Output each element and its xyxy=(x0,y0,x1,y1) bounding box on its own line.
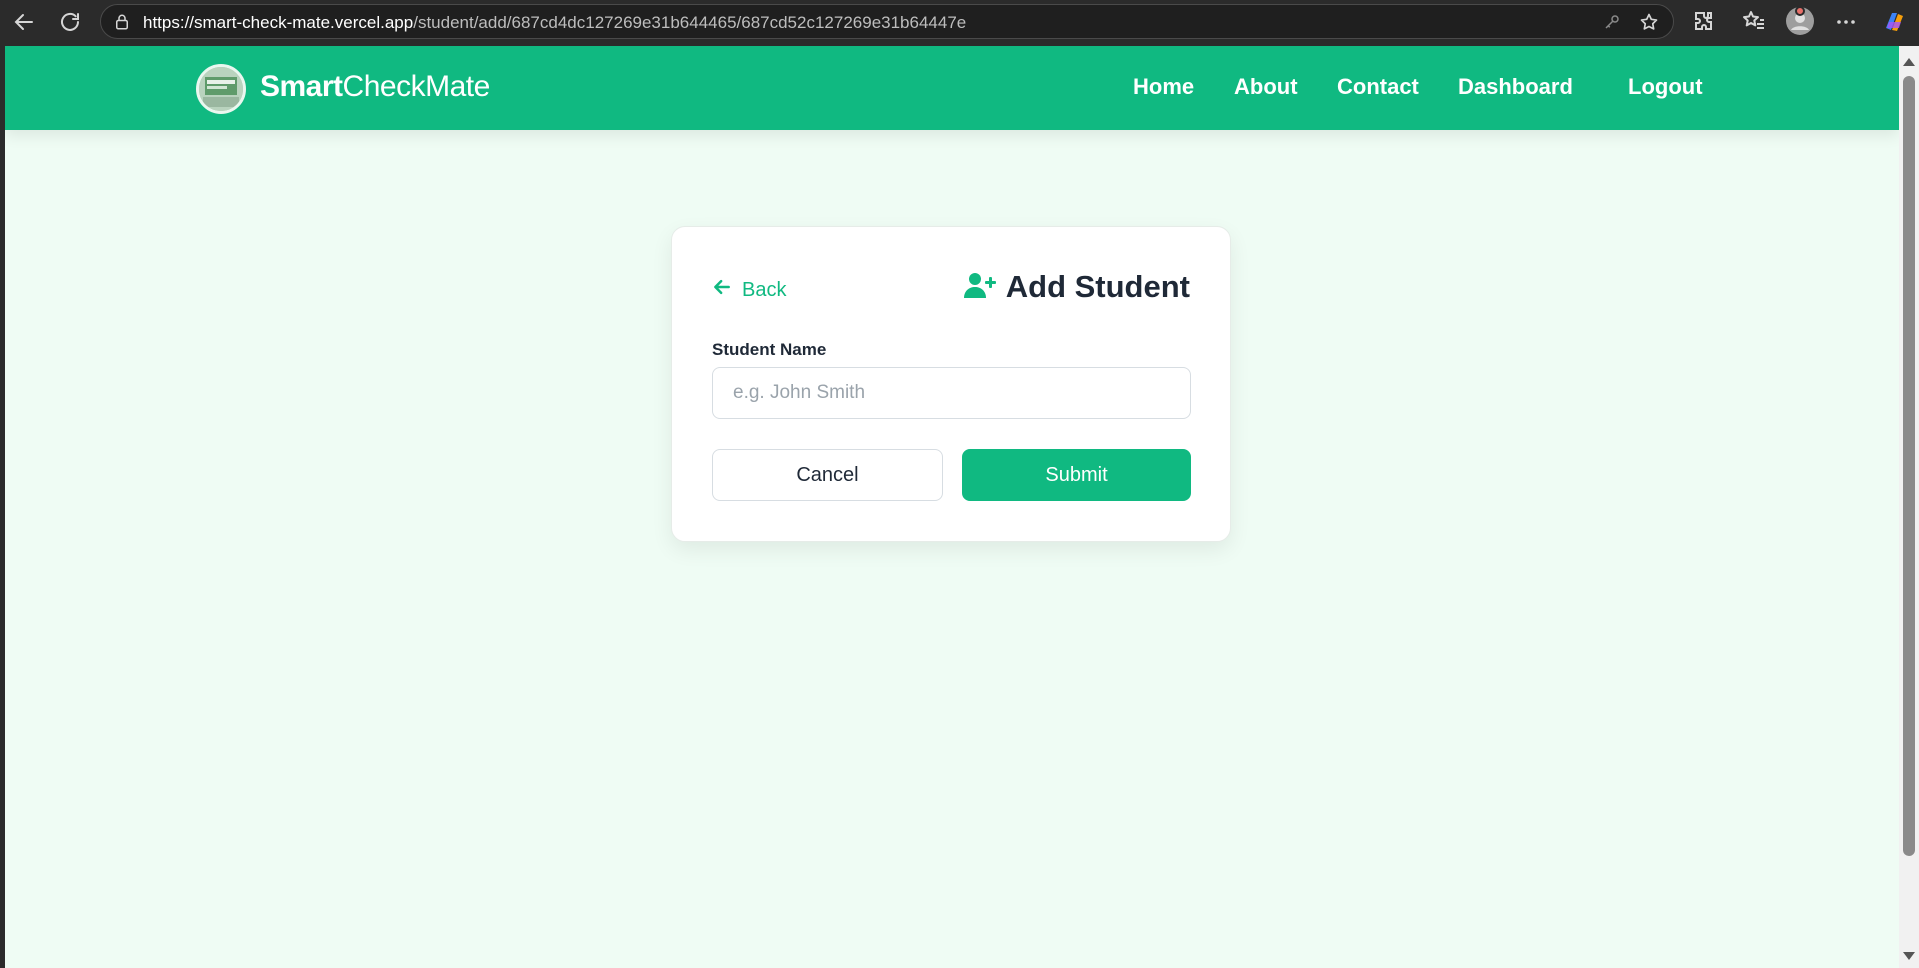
favorite-star-icon[interactable] xyxy=(1639,12,1659,37)
url-text: https://smart-check-mate.vercel.app/stud… xyxy=(143,13,967,32)
student-name-label: Student Name xyxy=(712,340,827,359)
arrow-left-icon xyxy=(712,277,732,303)
scroll-thumb[interactable] xyxy=(1903,76,1915,856)
top-navbar: SmartCheckMate Home About Contact Dashbo… xyxy=(5,46,1899,130)
brand-logo-image[interactable] xyxy=(196,64,246,114)
brand-name[interactable]: SmartCheckMate xyxy=(260,70,490,104)
back-label: Back xyxy=(742,278,787,301)
scroll-up-arrow-icon[interactable] xyxy=(1903,58,1915,66)
cancel-button[interactable]: Cancel xyxy=(712,449,943,501)
title-text: Add Student xyxy=(1005,269,1190,304)
page-viewport: SmartCheckMate Home About Contact Dashbo… xyxy=(5,46,1899,968)
submit-button[interactable]: Submit xyxy=(962,449,1191,501)
favorites-icon[interactable] xyxy=(1742,9,1766,33)
nav-home-link[interactable]: Home xyxy=(1133,74,1194,100)
page-title: Add Student xyxy=(963,269,1190,305)
more-options-icon[interactable] xyxy=(1834,10,1858,34)
extensions-icon[interactable] xyxy=(1692,9,1716,33)
scroll-down-arrow-icon[interactable] xyxy=(1903,952,1915,960)
notification-dot xyxy=(1795,6,1805,16)
back-arrow-icon[interactable] xyxy=(12,10,36,34)
copilot-icon[interactable] xyxy=(1880,8,1908,36)
reload-icon[interactable] xyxy=(58,10,82,34)
nav-logout-link[interactable]: Logout xyxy=(1628,74,1703,100)
user-plus-icon xyxy=(963,271,996,304)
password-key-icon[interactable] xyxy=(1603,13,1621,36)
back-link[interactable]: Back xyxy=(712,277,786,303)
nav-dashboard-link[interactable]: Dashboard xyxy=(1458,74,1573,100)
address-bar[interactable]: https://smart-check-mate.vercel.app/stud… xyxy=(100,4,1674,39)
student-name-input[interactable] xyxy=(712,367,1191,419)
browser-toolbar: https://smart-check-mate.vercel.app/stud… xyxy=(0,0,1919,44)
add-student-card: Back Add Student Student Name Cancel Sub… xyxy=(671,226,1231,542)
site-info-icon[interactable] xyxy=(113,13,131,36)
nav-about-link[interactable]: About xyxy=(1234,74,1298,100)
page-scrollbar[interactable] xyxy=(1899,46,1919,968)
nav-contact-link[interactable]: Contact xyxy=(1337,74,1419,100)
